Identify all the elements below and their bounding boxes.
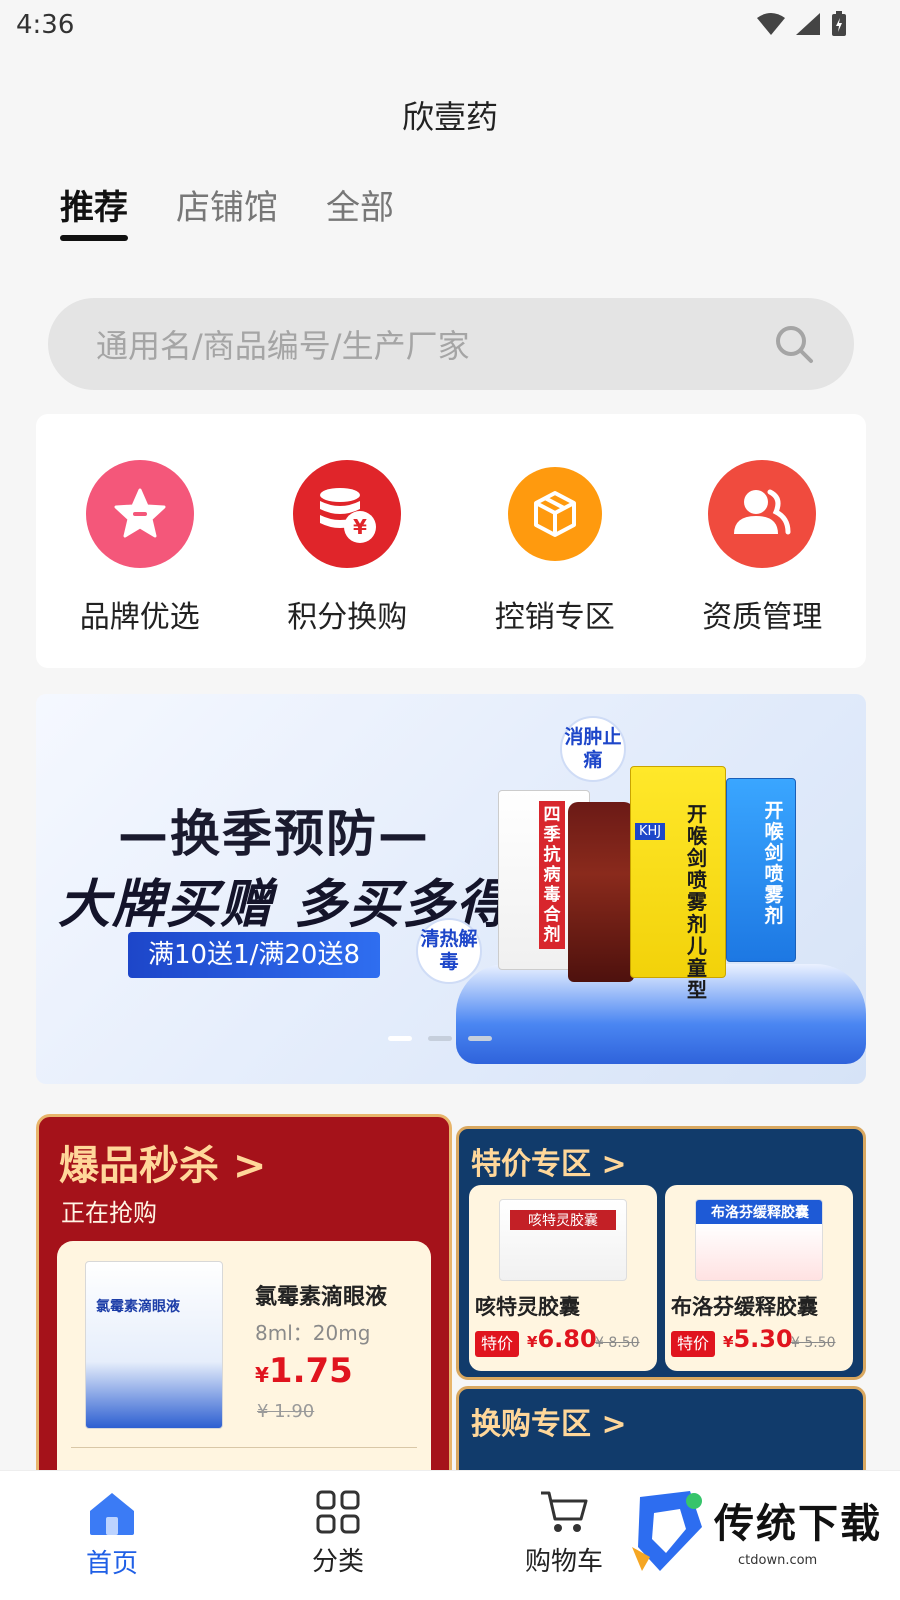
search-icon[interactable] [774, 324, 814, 364]
product-price: ¥5.30 [723, 1325, 793, 1353]
product-spec: 8ml：20mg [255, 1321, 371, 1345]
product-image-label: 氯霉素滴眼液 [96, 1299, 180, 1315]
product-image: 氯霉素滴眼液 [85, 1261, 223, 1429]
product-price: ¥1.75 [255, 1351, 353, 1391]
search-input[interactable]: 通用名/商品编号/生产厂家 [96, 321, 774, 367]
special-product-card[interactable]: 布洛芬缓释胶囊 布洛芬缓释胶囊 特价 ¥5.30 ¥ 5.50 [665, 1185, 853, 1371]
promo-banner[interactable]: —换季预防— 大牌买赠 多买多得 满10送1/满20送8 四季抗病毒合剂 开喉剑… [36, 694, 866, 1084]
nav-home[interactable]: 首页 [42, 1489, 182, 1580]
kid-product-label: 开喉剑喷雾剂儿童型 [687, 802, 707, 1002]
search-bar[interactable]: 通用名/商品编号/生产厂家 [48, 298, 854, 390]
special-product-card[interactable]: 咳特灵胶囊 咳特灵胶囊 特价 ¥6.80 ¥ 8.50 [469, 1185, 657, 1371]
product-box-left-label: 四季抗病毒合剂 [539, 801, 565, 949]
price-value: 1.75 [268, 1351, 353, 1391]
price-value: 6.80 [537, 1325, 597, 1353]
badge-swelling: 消肿止痛 [560, 716, 626, 782]
home-icon [90, 1493, 134, 1535]
banner-pagination [388, 1036, 492, 1041]
quick-actions: 品牌优选 ¥ 积分换购 控销专区 资质管理 [36, 414, 866, 668]
flash-sale-panel[interactable]: 爆品秒杀 > 正在抢购 氯霉素滴眼液 氯霉素滴眼液 8ml：20mg ¥1.75… [36, 1114, 452, 1511]
banner-headline: —换季预防— [118, 805, 430, 863]
quick-controlled-sales[interactable]: 控销专区 [465, 460, 645, 668]
special-price-panel[interactable]: 特价专区 > 咳特灵胶囊 咳特灵胶囊 特价 ¥6.80 ¥ 8.50 布洛芬缓释… [456, 1126, 866, 1380]
star-icon [85, 460, 194, 568]
svg-text:¥: ¥ [353, 515, 367, 539]
product-box-blue: 开喉剑喷雾剂 [726, 778, 796, 962]
currency-symbol: ¥ [255, 1363, 269, 1387]
quick-points-exchange[interactable]: ¥ 积分换购 [257, 460, 437, 668]
package-box-icon [507, 467, 602, 561]
product-box-yellow: 开喉剑喷雾剂儿童型 KHJ [630, 766, 726, 1001]
signal-icon [796, 13, 820, 35]
quick-label: 品牌优选 [79, 600, 200, 635]
app-title: 欣壹药 [401, 98, 498, 136]
status-icons [756, 10, 848, 38]
quick-qualification[interactable]: 资质管理 [672, 460, 852, 668]
product-name: 咳特灵胶囊 [475, 1295, 580, 1319]
status-bar: 4:36 [0, 0, 900, 52]
badge-heat: 清热解毒 [416, 918, 482, 984]
divider [71, 1447, 417, 1448]
original-price: ¥ 1.90 [257, 1401, 315, 1422]
quick-brand-select[interactable]: 品牌优选 [50, 460, 230, 668]
watermark-text: 传统下载 [714, 1501, 882, 1547]
pagination-dot[interactable] [428, 1036, 452, 1041]
nav-cart[interactable]: 购物车 [494, 1489, 634, 1578]
status-time: 4:36 [16, 10, 75, 40]
product-name: 布洛芬缓释胶囊 [671, 1295, 818, 1319]
tab-recommend[interactable]: 推荐 [60, 180, 128, 241]
watermark: 传统下载 ctdown.com [630, 1483, 886, 1583]
product-price: ¥6.80 [527, 1325, 597, 1353]
currency-symbol: ¥ [527, 1333, 538, 1351]
bottom-nav: 首页 分类 购物车 传统下载 ctdown.com [0, 1470, 900, 1600]
flash-sale-title[interactable]: 爆品秒杀 > [59, 1133, 266, 1191]
quick-label: 控销专区 [494, 600, 615, 635]
original-price: ¥ 5.50 [791, 1335, 836, 1351]
cart-icon [541, 1491, 588, 1532]
logo-icon [632, 1491, 702, 1571]
quick-label: 资质管理 [702, 600, 823, 635]
spray-label: 开喉剑喷雾剂 [764, 800, 784, 927]
flash-sale-subtitle: 正在抢购 [61, 1199, 157, 1227]
coins-yuan-icon: ¥ [293, 460, 402, 568]
nav-category[interactable]: 分类 [268, 1489, 408, 1578]
watermark-url: ctdown.com [738, 1553, 818, 1568]
pagination-dot[interactable] [388, 1036, 412, 1041]
top-tabs: 推荐 店铺馆 全部 [60, 180, 394, 241]
nav-label: 购物车 [524, 1547, 603, 1577]
product-image-label: 咳特灵胶囊 [510, 1210, 616, 1230]
brand-badge: KHJ [635, 823, 666, 840]
medicine-bottle [568, 802, 634, 982]
users-icon [708, 460, 817, 568]
price-value: 5.30 [733, 1325, 793, 1353]
tab-stores[interactable]: 店铺馆 [176, 180, 278, 240]
exchange-zone-title[interactable]: 换购专区 > [471, 1399, 627, 1443]
nav-label: 分类 [311, 1547, 364, 1577]
banner-platform [456, 964, 866, 1064]
special-tag: 特价 [475, 1331, 520, 1357]
quick-label: 积分换购 [287, 600, 408, 635]
product-name: 氯霉素滴眼液 [255, 1285, 388, 1310]
product-image: 咳特灵胶囊 [499, 1199, 627, 1281]
nav-label: 首页 [85, 1549, 138, 1579]
special-tag: 特价 [671, 1331, 716, 1357]
product-image: 布洛芬缓释胶囊 [695, 1199, 823, 1281]
banner-promo: 满10送1/满20送8 [128, 932, 381, 978]
tab-all[interactable]: 全部 [326, 180, 394, 240]
product-image-label: 布洛芬缓释胶囊 [711, 1205, 809, 1221]
original-price: ¥ 8.50 [595, 1335, 640, 1351]
pagination-dot[interactable] [468, 1036, 492, 1041]
special-zone-title[interactable]: 特价专区 > [471, 1139, 627, 1183]
wifi-icon [757, 13, 785, 35]
battery-icon [832, 11, 846, 36]
grid-icon [316, 1490, 360, 1534]
currency-symbol: ¥ [723, 1333, 734, 1351]
